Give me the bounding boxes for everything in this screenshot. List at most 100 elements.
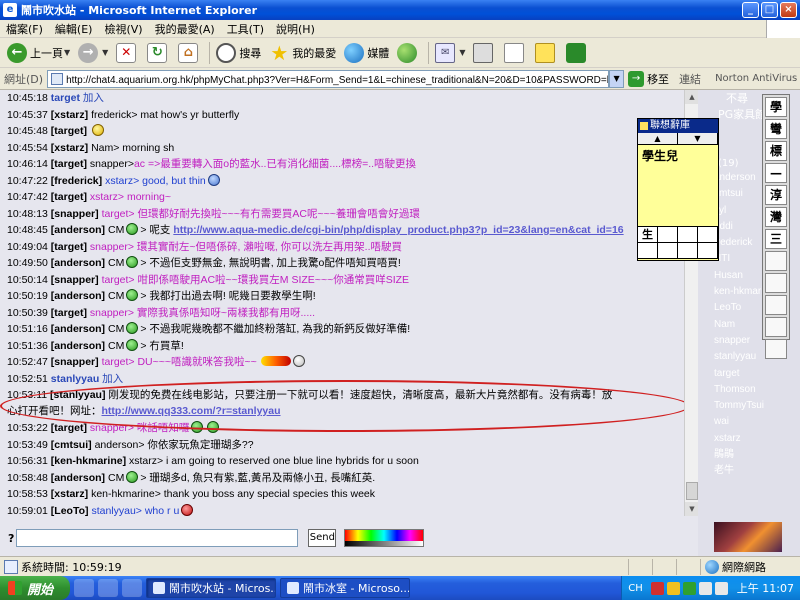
message-nick[interactable]: [snapper] — [51, 274, 99, 286]
user-name[interactable]: target — [698, 366, 800, 382]
message-nick[interactable]: [target] — [51, 307, 87, 319]
send-button[interactable]: Send — [308, 529, 337, 547]
taskbar-task[interactable]: 鬧市吹水站 - Micros... — [146, 578, 276, 598]
ime-toolbar-button[interactable]: 學 — [765, 97, 787, 117]
discuss-button[interactable] — [532, 40, 561, 66]
message-nick[interactable]: [ken-hkmarine] — [51, 455, 126, 467]
home-button[interactable]: ⌂ — [175, 40, 204, 66]
ime-toolbar-button[interactable]: 灣 — [765, 207, 787, 227]
message-nick[interactable]: [target] — [51, 125, 87, 137]
ime-toolbar-button[interactable]: 淳 — [765, 185, 787, 205]
maximize-button[interactable]: □ — [761, 2, 778, 18]
quicklaunch-icon[interactable] — [98, 579, 118, 597]
ime-toolbar-button[interactable]: — — [765, 163, 787, 183]
help-button[interactable]: ? — [8, 532, 14, 545]
user-name[interactable]: wai — [698, 414, 800, 430]
message-nick[interactable]: [snapper] — [51, 356, 99, 368]
quicklaunch-icon[interactable] — [122, 579, 142, 597]
message-nick[interactable]: [cmtsui] — [51, 439, 92, 451]
tray-icon[interactable] — [682, 581, 696, 595]
close-button[interactable]: × — [780, 2, 797, 18]
tray-icon[interactable] — [698, 581, 712, 595]
chevron-down-icon[interactable]: ▼ — [459, 48, 465, 57]
ime-prev-icon[interactable]: ▲ — [638, 133, 678, 144]
search-button[interactable]: 搜尋 — [213, 40, 264, 66]
menu-edit[interactable]: 編輯(E) — [49, 21, 99, 37]
menu-tools[interactable]: 工具(T) — [221, 21, 270, 37]
ime-cell[interactable] — [678, 243, 698, 259]
menu-file[interactable]: 檔案(F) — [0, 21, 49, 37]
ime-candidate[interactable]: 學生兒 — [638, 145, 718, 227]
user-name[interactable]: 老牛 — [698, 463, 800, 479]
refresh-button[interactable]: ↻ — [144, 40, 173, 66]
message-link[interactable]: http://www.qq333.com/?r=stanlyyau — [102, 405, 281, 417]
message-nick[interactable]: [anderson] — [51, 323, 105, 335]
message-nick[interactable]: [target] — [51, 241, 87, 253]
start-button[interactable]: 開始 — [0, 576, 70, 600]
edit-button[interactable] — [501, 40, 530, 66]
ime-cell[interactable] — [658, 227, 678, 243]
message-nick[interactable]: [LeoTo] — [51, 505, 89, 517]
ime-cell[interactable] — [678, 227, 698, 243]
message-nick[interactable]: [stanlyyau] — [50, 389, 105, 401]
media-button[interactable]: 媒體 — [341, 40, 392, 66]
message-nick[interactable]: [xstarz] — [51, 488, 88, 500]
minimize-button[interactable]: _ — [742, 2, 759, 18]
message-nick[interactable]: [anderson] — [51, 290, 105, 302]
history-button[interactable] — [394, 40, 423, 66]
address-dropdown-icon[interactable]: ▼ — [609, 69, 625, 88]
menu-help[interactable]: 說明(H) — [270, 21, 321, 37]
scroll-up-icon[interactable]: ▲ — [685, 90, 699, 104]
forward-button[interactable]: → ▼ — [75, 40, 111, 66]
messenger-button[interactable] — [563, 40, 592, 66]
back-button[interactable]: ← 上一頁 ▼ — [4, 40, 73, 66]
message-nick[interactable]: [anderson] — [51, 472, 105, 484]
user-name[interactable]: xstarz — [698, 431, 800, 447]
message-input[interactable] — [16, 529, 299, 547]
go-button[interactable]: → 移至 — [628, 70, 669, 87]
pen-icon[interactable] — [765, 317, 787, 337]
scroll-thumb[interactable] — [686, 482, 698, 500]
message-nick[interactable]: [anderson] — [51, 257, 105, 269]
user-name[interactable]: Thomson — [698, 382, 800, 398]
message-nick[interactable]: [target] — [51, 422, 87, 434]
ime-cell[interactable] — [638, 243, 658, 259]
message-nick[interactable]: [xstarz] — [51, 109, 88, 121]
message-nick[interactable]: [anderson] — [51, 340, 105, 352]
ime-cell[interactable] — [658, 243, 678, 259]
message-nick[interactable]: [snapper] — [51, 208, 99, 220]
grid-icon[interactable] — [765, 295, 787, 315]
chevron-down-icon[interactable]: ▼ — [64, 48, 70, 57]
address-url[interactable]: http://chat4.aquarium.org.hk/phpMyChat.p… — [66, 71, 608, 86]
person-icon[interactable] — [765, 251, 787, 271]
address-input[interactable]: http://chat4.aquarium.org.hk/phpMyChat.p… — [47, 69, 610, 88]
ime-toolbar-button[interactable]: 三 — [765, 229, 787, 249]
language-indicator[interactable]: CH — [628, 583, 643, 594]
chevron-down-icon[interactable]: ▼ — [102, 48, 108, 57]
user-name[interactable]: TommyTsui — [698, 398, 800, 414]
ime-next-icon[interactable]: ▼ — [678, 133, 718, 144]
menu-view[interactable]: 檢視(V) — [98, 21, 148, 37]
message-nick[interactable]: [xstarz] — [51, 142, 88, 154]
mail-button[interactable]: ✉ ▼ — [432, 40, 468, 66]
taskbar-task[interactable]: 鬧市冰室 - Microso... — [280, 578, 410, 598]
message-nick[interactable]: [target] — [51, 158, 87, 170]
print-button[interactable] — [470, 40, 499, 66]
help-icon[interactable] — [765, 339, 787, 359]
user-name[interactable]: 鵑鵑 — [698, 447, 800, 463]
tray-icon[interactable] — [650, 581, 664, 595]
norton-antivirus-button[interactable]: Norton AntiVirus — [715, 73, 797, 84]
ime-cell[interactable] — [698, 243, 718, 259]
mouse-icon[interactable] — [765, 273, 787, 293]
menu-favorites[interactable]: 我的最愛(A) — [149, 21, 221, 37]
ime-cell[interactable] — [698, 227, 718, 243]
ime-cell[interactable]: 生 — [638, 227, 658, 243]
stop-button[interactable]: ✕ — [113, 40, 142, 66]
links-button[interactable]: 連結 — [679, 71, 701, 87]
message-nick[interactable]: [target] — [51, 191, 87, 203]
scroll-down-icon[interactable]: ▼ — [685, 502, 699, 516]
message-nick[interactable]: [anderson] — [51, 224, 105, 236]
message-nick[interactable]: [frederick] — [51, 175, 102, 187]
ime-toolbar-button[interactable]: 彎 — [765, 119, 787, 139]
ime-toolbar-button[interactable]: 標 — [765, 141, 787, 161]
